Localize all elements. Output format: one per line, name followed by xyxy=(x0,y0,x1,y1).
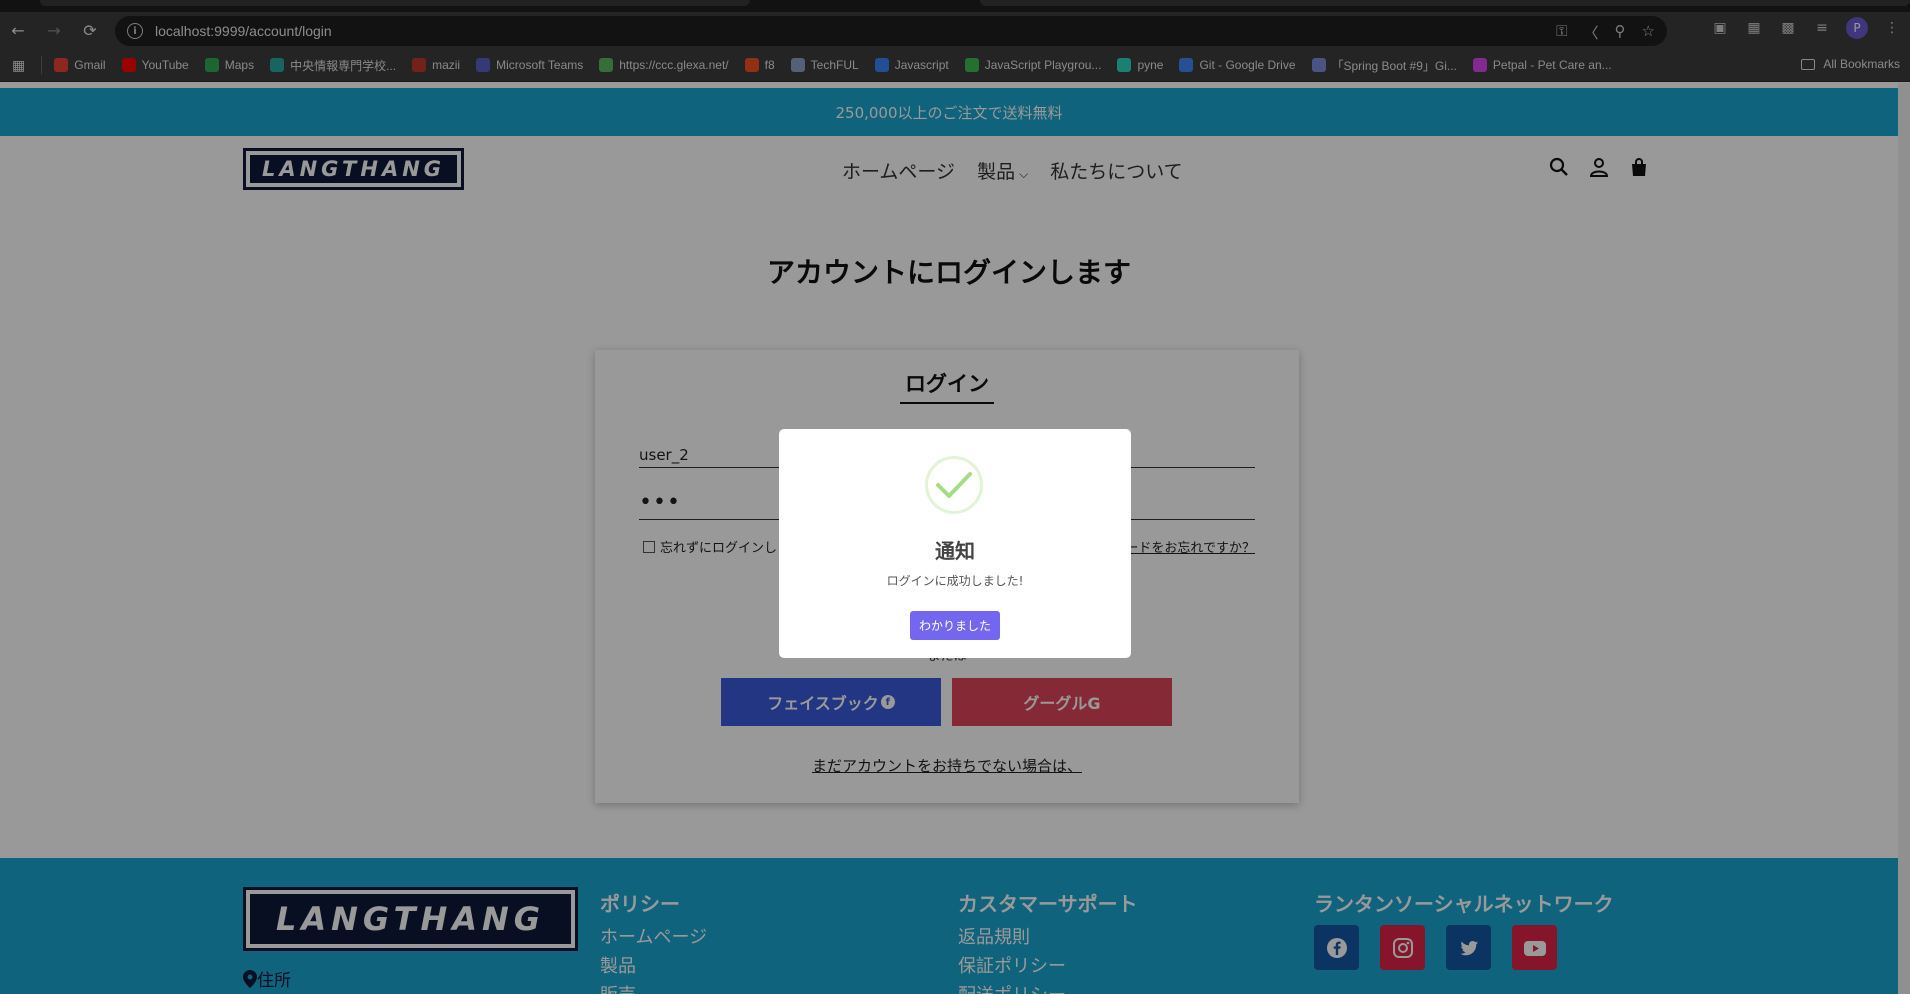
notification-modal: 通知 ログインに成功しました! わかりました xyxy=(779,429,1131,658)
modal-message: ログインに成功しました! xyxy=(886,574,1024,588)
modal-title: 通知 xyxy=(935,539,975,563)
modal-ok-button[interactable]: わかりました xyxy=(910,611,1000,640)
success-check-icon xyxy=(925,456,983,514)
